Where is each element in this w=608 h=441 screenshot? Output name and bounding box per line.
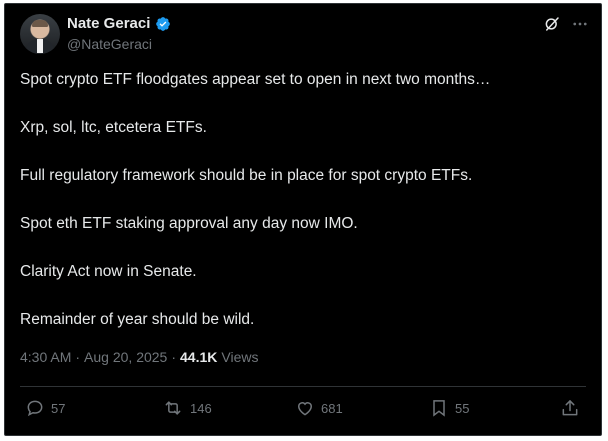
tweet-line: Remainder of year should be wild. <box>20 311 255 328</box>
avatar[interactable] <box>20 14 60 54</box>
views-label: Views <box>221 349 259 365</box>
top-actions <box>543 15 589 33</box>
tweet-line: Clarity Act now in Senate. <box>20 263 197 280</box>
bookmark-count: 55 <box>455 400 470 416</box>
tweet-text: Spot crypto ETF floodgates appear set to… <box>20 70 590 358</box>
action-bar: 57 146 681 55 <box>20 398 586 422</box>
meta-separator: · <box>171 349 177 365</box>
grok-icon[interactable] <box>543 15 561 33</box>
like-button[interactable]: 681 <box>295 398 343 418</box>
tweet-meta: 4:30 AM · Aug 20, 2025 · 44.1K Views <box>20 349 258 365</box>
tweet-line: Spot crypto ETF floodgates appear set to… <box>20 71 491 88</box>
reply-icon <box>27 400 43 417</box>
tweet-date[interactable]: Aug 20, 2025 <box>84 349 167 365</box>
like-icon <box>297 402 313 416</box>
like-count: 681 <box>321 400 343 416</box>
share-button[interactable] <box>560 398 580 418</box>
meta-separator: · <box>75 349 81 365</box>
bookmark-icon <box>433 400 445 417</box>
repost-count: 146 <box>190 400 212 416</box>
tweet-line: Spot eth ETF staking approval any day no… <box>20 215 358 232</box>
verified-badge-icon <box>156 16 171 31</box>
tweet-time[interactable]: 4:30 AM <box>20 349 71 365</box>
repost-button[interactable]: 146 <box>162 398 212 418</box>
tweet-line: Full regulatory framework should be in p… <box>20 167 473 184</box>
author-row: Nate Geraci <box>67 15 171 32</box>
reply-count: 57 <box>51 400 66 416</box>
repost-icon <box>165 401 181 415</box>
more-icon[interactable] <box>571 15 589 33</box>
tweet-line: Xrp, sol, ltc, etcetera ETFs. <box>20 119 207 136</box>
bookmark-button[interactable]: 55 <box>429 398 469 418</box>
tweet-card: Nate Geraci @NateGeraci Spot crypto ETF … <box>4 3 602 436</box>
share-icon <box>562 400 578 416</box>
author-handle[interactable]: @NateGeraci <box>67 36 152 52</box>
reply-button[interactable]: 57 <box>25 398 65 418</box>
author-name[interactable]: Nate Geraci <box>67 15 150 32</box>
views-count[interactable]: 44.1K <box>180 349 217 365</box>
divider <box>20 386 586 387</box>
